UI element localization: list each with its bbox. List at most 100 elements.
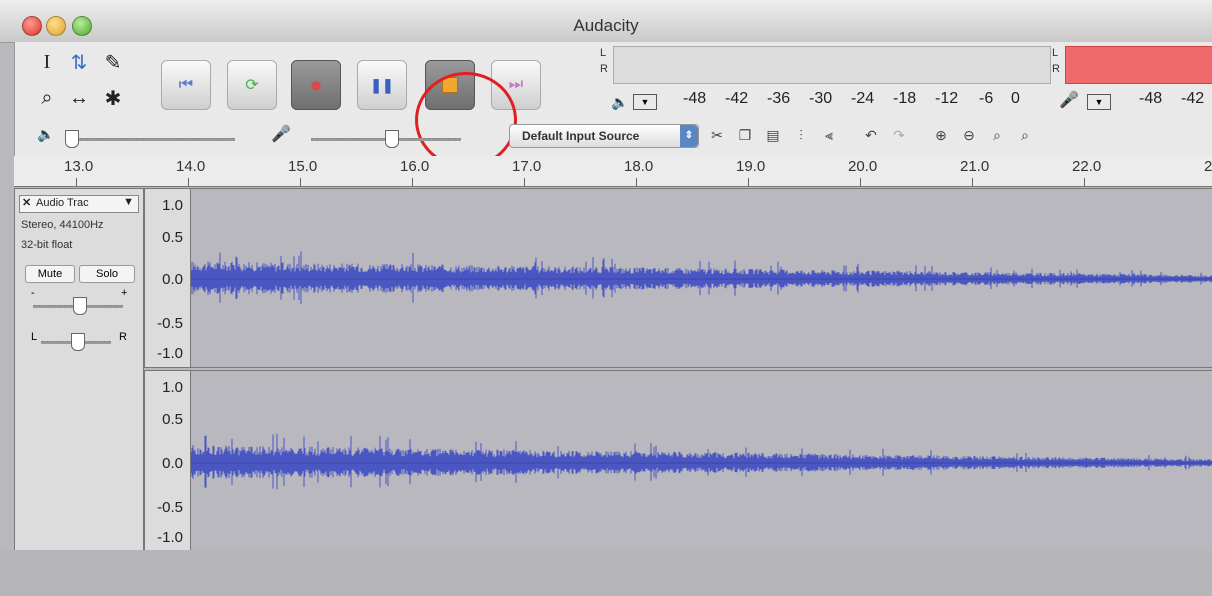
gain-minus-label: - xyxy=(31,287,35,299)
meter-tick: -36 xyxy=(767,90,791,107)
envelope-tool-icon[interactable]: ⇅ xyxy=(65,48,93,76)
output-volume-thumb[interactable] xyxy=(65,130,79,148)
record-meter-dropdown[interactable]: ▼ xyxy=(1087,94,1111,110)
copy-icon: ❐ xyxy=(738,126,752,143)
fit-project-button[interactable]: ⌕ xyxy=(1013,124,1037,146)
meter-tick: 0 xyxy=(1011,90,1020,107)
undo-button[interactable]: ↶ xyxy=(859,124,883,146)
gain-plus-label: + xyxy=(121,287,128,299)
meter-left-label: L xyxy=(600,47,607,59)
meter-tick: -48 xyxy=(1139,90,1163,107)
play-button[interactable]: ⟳ xyxy=(227,60,277,110)
pan-thumb[interactable] xyxy=(71,333,85,351)
scale-label: 1.0 xyxy=(162,197,183,214)
stop-icon xyxy=(442,77,458,93)
ruler-label: 13.0 xyxy=(64,158,94,175)
gain-thumb[interactable] xyxy=(73,297,87,315)
meter-tick: -18 xyxy=(893,90,917,107)
fit-selection-icon: ⌕ xyxy=(993,126,1001,143)
scale-label: -1.0 xyxy=(157,345,183,362)
zoom-out-icon: ⊖ xyxy=(963,126,975,143)
empty-track-area[interactable] xyxy=(0,550,1212,596)
ruler-label: 2 xyxy=(1204,158,1212,175)
pause-button[interactable]: ❚❚ xyxy=(357,60,407,110)
meter-tick: -42 xyxy=(725,90,749,107)
undo-icon: ↶ xyxy=(865,126,877,143)
zoom-tool-icon[interactable]: ⌕ xyxy=(33,84,61,112)
track-bit-depth: 32-bit float xyxy=(21,239,73,251)
silence-icon: ⫷ xyxy=(825,126,833,143)
skip-to-start-button[interactable]: ⏮ xyxy=(161,60,211,110)
paste-button[interactable]: ▤ xyxy=(761,124,785,146)
meter-tick: -48 xyxy=(683,90,707,107)
scale-label: -0.5 xyxy=(157,499,183,516)
solo-button[interactable]: Solo xyxy=(79,265,135,283)
ruler-label: 19.0 xyxy=(736,158,766,175)
zoom-in-icon: ⊕ xyxy=(935,126,947,143)
copy-button[interactable]: ❐ xyxy=(733,124,757,146)
multi-tool-icon[interactable]: ✱ xyxy=(99,84,127,112)
input-volume-icon: 🎤 xyxy=(271,126,291,143)
record-icon: ● xyxy=(309,72,323,97)
ruler-label: 21.0 xyxy=(960,158,990,175)
audacity-window: Audacity I ⇅ ✎ ⌕ ↔ ✱ ⏮ ⟳ ● ❚❚ ⏭ L R L R … xyxy=(0,0,1212,596)
skip-to-end-button[interactable]: ⏭ xyxy=(491,60,541,110)
redo-icon: ↷ xyxy=(893,126,905,143)
playback-meter[interactable]: L R xyxy=(600,46,1051,84)
selection-tool-icon[interactable]: I xyxy=(33,48,61,76)
scale-label: 0.5 xyxy=(162,411,183,428)
tools-toolbar: I ⇅ ✎ ⌕ ↔ ✱ xyxy=(29,46,139,120)
record-meter-left-label: L xyxy=(1052,47,1059,59)
waveform-channel-2[interactable] xyxy=(190,370,1212,552)
pause-icon: ❚❚ xyxy=(370,76,394,93)
record-meter[interactable]: L R xyxy=(1052,46,1212,84)
meter-tick: -30 xyxy=(809,90,833,107)
ruler-label: 16.0 xyxy=(400,158,430,175)
speaker-icon: 🔈 xyxy=(611,94,629,110)
skip-end-icon: ⏭ xyxy=(508,76,524,93)
paste-icon: ▤ xyxy=(766,126,780,143)
input-volume-thumb[interactable] xyxy=(385,130,399,148)
meter-right-label: R xyxy=(600,63,608,75)
waveform-channel-1[interactable] xyxy=(190,188,1212,368)
record-button[interactable]: ● xyxy=(291,60,341,110)
zoom-out-button[interactable]: ⊖ xyxy=(957,124,981,146)
stop-button[interactable] xyxy=(425,60,475,110)
mute-button[interactable]: Mute xyxy=(25,265,75,283)
zoom-in-button[interactable]: ⊕ xyxy=(929,124,953,146)
timeline-ruler[interactable]: 13.0 14.0 15.0 16.0 17.0 18.0 19.0 20.0 … xyxy=(14,156,1212,187)
draw-tool-icon[interactable]: ✎ xyxy=(99,48,127,76)
trim-button[interactable]: ⫶ xyxy=(789,124,813,146)
track-format: Stereo, 44100Hz xyxy=(21,219,104,231)
track-name: Audio Trac xyxy=(36,197,89,209)
cut-button[interactable]: ✂ xyxy=(705,124,729,146)
close-track-icon[interactable]: ✕ xyxy=(22,196,31,209)
waveform-path xyxy=(191,433,1212,490)
fit-selection-button[interactable]: ⌕ xyxy=(985,124,1009,146)
waveform-2-graphic xyxy=(191,433,1212,490)
meter-tick: -42 xyxy=(1181,90,1205,107)
meter-tick: -12 xyxy=(935,90,959,107)
silence-button[interactable]: ⫷ xyxy=(817,124,841,146)
redo-button[interactable]: ↷ xyxy=(887,124,911,146)
pan-left-label: L xyxy=(31,331,38,343)
track-name-menu[interactable]: ✕ Audio Trac ▼ xyxy=(19,195,139,213)
input-source-select[interactable]: Default Input Source ⇕ xyxy=(509,124,699,148)
timeshift-tool-icon[interactable]: ↔ xyxy=(65,84,93,112)
select-arrow-icon: ⇕ xyxy=(680,125,698,147)
waveform-path xyxy=(191,251,1212,304)
title-bar: Audacity xyxy=(0,0,1212,43)
mic-icon: 🎤 xyxy=(1059,92,1079,109)
window-title: Audacity xyxy=(573,16,639,35)
scale-label: -0.5 xyxy=(157,315,183,332)
waveform-1-graphic xyxy=(191,251,1212,304)
playback-meter-dropdown[interactable]: ▼ xyxy=(633,94,657,110)
output-volume-icon: 🔈 xyxy=(37,126,55,142)
ruler-label: 17.0 xyxy=(512,158,542,175)
skip-start-icon: ⏮ xyxy=(178,76,194,93)
scale-label: -1.0 xyxy=(157,529,183,546)
ruler-label: 14.0 xyxy=(176,158,206,175)
chevron-down-icon: ▼ xyxy=(123,196,134,208)
output-volume-slider[interactable] xyxy=(65,138,235,141)
pan-right-label: R xyxy=(119,331,127,343)
